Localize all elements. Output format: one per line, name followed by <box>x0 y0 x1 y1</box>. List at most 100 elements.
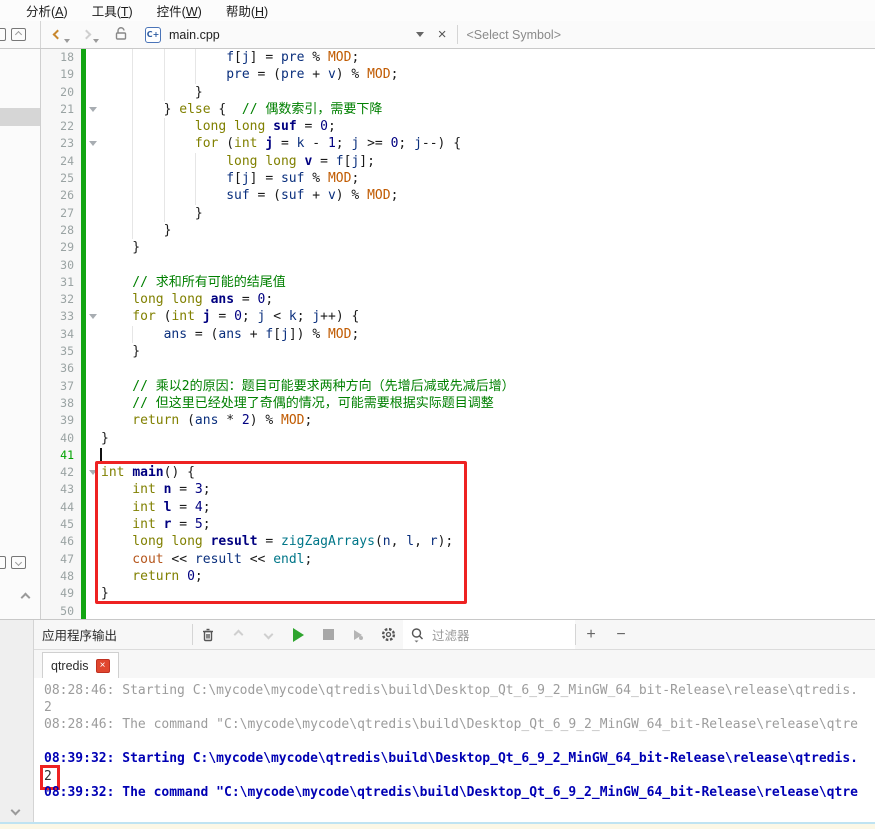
menu-window[interactable]: 控件(W) <box>145 0 214 22</box>
fold-marker-icon[interactable] <box>86 464 100 481</box>
code-line[interactable]: 38 // 但这里已经处理了奇偶的情况，可能需要根据实际题目调整 <box>41 394 875 413</box>
close-document-icon[interactable]: × <box>438 27 447 42</box>
code-line[interactable]: 39 return (ans * 2) % MOD; <box>41 412 875 430</box>
document-dropdown-icon[interactable] <box>415 32 424 37</box>
clear-output-button[interactable] <box>193 621 223 649</box>
code-line[interactable]: 34 ans = (ans + f[j]) % MOD; <box>41 325 875 344</box>
code-line[interactable]: 19 pre = (pre + v) % MOD; <box>41 66 875 84</box>
scroll-down-icon[interactable] <box>10 805 21 816</box>
close-split-icon[interactable] <box>11 28 26 41</box>
zoom-in-button[interactable]: + <box>576 621 606 649</box>
code-line[interactable]: 45 int r = 5; <box>41 516 875 534</box>
code-line[interactable]: 20} <box>41 83 875 101</box>
open-document-name[interactable]: main.cpp <box>169 28 220 42</box>
split-controls <box>0 21 41 48</box>
line-number: 30 <box>41 256 81 274</box>
code-line[interactable]: 29} <box>41 239 875 257</box>
split-editor-icon-bottom[interactable] <box>0 556 6 569</box>
zoom-out-button[interactable]: − <box>606 621 636 649</box>
code-line[interactable]: 25 f[j] = suf % MOD; <box>41 170 875 188</box>
output-line: 08:39:32: Starting C:\mycode\mycode\qtre… <box>44 751 858 766</box>
code-text: for (int j = k - 1; j >= 0; j--) { <box>100 135 461 153</box>
forward-button[interactable] <box>81 27 99 43</box>
code-line[interactable]: 21} else { // 偶数索引，需要下降 <box>41 100 875 119</box>
line-number: 39 <box>41 412 81 430</box>
filter-input[interactable]: 过滤器 <box>403 620 575 649</box>
fold-marker-icon[interactable] <box>86 308 100 325</box>
next-item-button[interactable] <box>253 621 283 649</box>
code-line[interactable]: 30 <box>41 256 875 274</box>
fold-column <box>86 170 100 187</box>
run-button[interactable] <box>283 621 313 649</box>
fold-column <box>86 222 100 239</box>
code-text: long long ans = 0; <box>132 292 274 308</box>
fold-marker-icon[interactable] <box>86 135 100 152</box>
split-editor-icon[interactable] <box>0 28 6 41</box>
code-line[interactable]: 28} <box>41 221 875 240</box>
line-number: 18 <box>41 49 81 67</box>
fold-column <box>86 360 100 377</box>
code-line[interactable]: 40} <box>41 429 875 447</box>
run-debug-button[interactable] <box>343 621 373 649</box>
scroll-up-icon[interactable] <box>20 592 31 603</box>
code-line[interactable]: 22 long long suf = 0; <box>41 118 875 136</box>
code-line[interactable]: 42 int main() { <box>41 464 875 482</box>
code-line[interactable]: 23 for (int j = k - 1; j >= 0; j--) { <box>41 135 875 153</box>
code-line[interactable]: 24 long long v = f[j]; <box>41 152 875 171</box>
code-text: } <box>132 240 141 256</box>
code-text: ans = (ans + f[j]) % MOD; <box>100 325 359 344</box>
previous-item-button[interactable] <box>223 621 253 649</box>
line-number: 43 <box>41 481 81 499</box>
line-number: 36 <box>41 360 81 378</box>
split-menu-icon[interactable] <box>11 556 26 569</box>
code-line[interactable]: 36 <box>41 360 875 378</box>
left-sidebar <box>0 49 41 619</box>
code-line[interactable]: 27} <box>41 204 875 222</box>
menu-analyze[interactable]: 分析(A) <box>14 0 80 22</box>
line-number: 50 <box>41 602 81 619</box>
output-text-area[interactable]: 08:28:46: Starting C:\mycode\mycode\qtre… <box>34 678 875 823</box>
stop-button[interactable] <box>313 621 343 649</box>
fold-column <box>86 343 100 360</box>
unlock-icon <box>113 25 129 44</box>
fold-column <box>86 603 100 620</box>
menu-help[interactable]: 帮助(H) <box>214 0 280 22</box>
code-line[interactable]: 33 for (int j = 0; j < k; j++) { <box>41 308 875 326</box>
line-number: 41 <box>41 446 81 465</box>
output-line: 2 <box>40 765 875 790</box>
code-line[interactable]: 26 suf = (suf + v) % MOD; <box>41 187 875 205</box>
code-line[interactable]: 18 f[j] = pre % MOD; <box>41 49 875 67</box>
code-line[interactable]: 31 // 求和所有可能的结尾值 <box>41 273 875 292</box>
output-pane-header: 应用程序输出 过滤器 + − <box>34 620 875 650</box>
sidebar-selected-item[interactable] <box>0 108 40 126</box>
code-text: // 但这里已经处理了奇偶的情况，可能需要根据实际题目调整 <box>132 395 494 411</box>
code-line[interactable]: 32 long long ans = 0; <box>41 291 875 309</box>
menu-bar: 分析(A) 工具(T) 控件(W) 帮助(H) <box>0 0 875 21</box>
line-number: 29 <box>41 239 81 257</box>
code-text: long long suf = 0; <box>100 118 336 136</box>
fold-marker-icon[interactable] <box>86 101 100 118</box>
code-text: int r = 5; <box>132 517 211 533</box>
close-tab-icon[interactable]: × <box>95 658 110 673</box>
code-line[interactable]: 41 <box>41 446 875 465</box>
menu-tools[interactable]: 工具(T) <box>80 0 145 22</box>
output-line: 08:28:46: Starting C:\mycode\mycode\qtre… <box>44 683 858 698</box>
fold-column <box>86 187 100 204</box>
code-line[interactable]: 44 int l = 4; <box>41 498 875 517</box>
code-line[interactable]: 35} <box>41 343 875 361</box>
code-line[interactable]: 37 // 乘以2的原因：题目可能要求两种方向（先增后减或先减后增） <box>41 377 875 395</box>
code-line[interactable]: 47 cout << result << endl; <box>41 550 875 568</box>
fold-column <box>86 49 100 66</box>
code-line[interactable]: 43 int n = 3; <box>41 481 875 499</box>
symbol-selector[interactable]: <Select Symbol> <box>467 28 562 42</box>
back-button[interactable] <box>52 27 70 43</box>
settings-gear-icon[interactable] <box>373 621 403 649</box>
code-line[interactable]: 46 long long result = zigZagArrays(n, l, … <box>41 533 875 551</box>
code-line[interactable]: 50 <box>41 602 875 620</box>
code-text: int main() { <box>101 465 195 481</box>
code-line[interactable]: 49} <box>41 585 875 603</box>
tab-qtredis[interactable]: qtredis × <box>42 652 119 678</box>
code-editor[interactable]: 18 f[j] = pre % MOD; 19 pre = (pre + v) % M… <box>41 49 875 619</box>
code-line[interactable]: 48 return 0; <box>41 567 875 586</box>
